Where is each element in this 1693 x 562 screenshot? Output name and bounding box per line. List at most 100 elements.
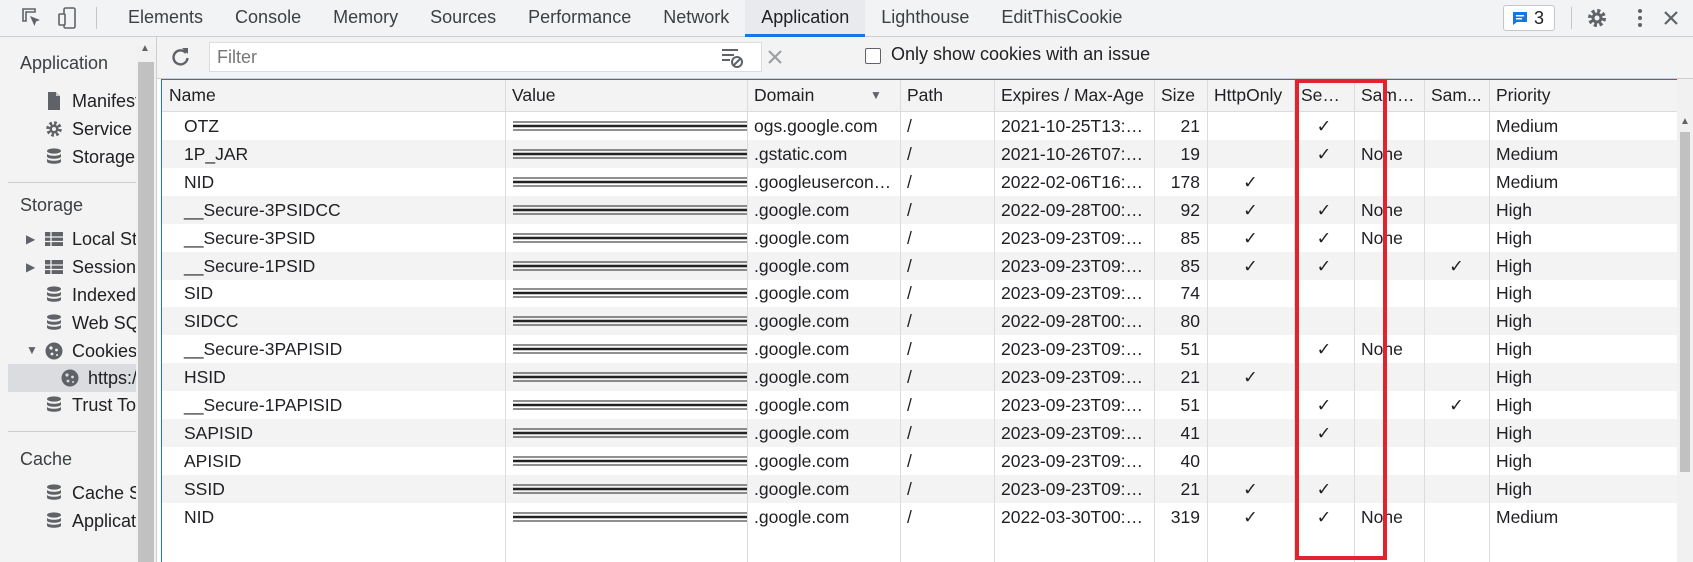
cell-size: 41 — [1180, 422, 1200, 443]
cell-secure — [1294, 307, 1354, 335]
table-row[interactable]: __Secure-3PSIDCC .google.com / 2022-09-28T0… — [162, 195, 1692, 224]
cell-httponly — [1207, 140, 1294, 168]
size-header[interactable]: Size — [1154, 80, 1207, 112]
value-header[interactable]: Value — [505, 80, 747, 112]
tab-console[interactable]: Console — [219, 0, 317, 37]
refresh-icon[interactable] — [169, 46, 191, 68]
table-scrollbar-thumb[interactable] — [1680, 132, 1690, 472]
tab-sources[interactable]: Sources — [414, 0, 512, 37]
redacted-value — [513, 512, 747, 522]
cell-domain: .google.com — [754, 311, 850, 332]
column-divider[interactable] — [1489, 80, 1490, 562]
cell-secure: ✓ — [1316, 255, 1332, 276]
cell-priority: High — [1496, 283, 1532, 304]
clear-filtered-cookies-icon[interactable] — [720, 45, 744, 69]
expand-arrow-icon[interactable]: ▶ — [26, 260, 35, 274]
cell-domain: .google.com — [754, 450, 850, 471]
device-toolbar-icon[interactable] — [56, 6, 80, 30]
tab-network[interactable]: Network — [647, 0, 745, 37]
column-divider[interactable] — [1294, 80, 1295, 562]
priority-header[interactable]: Priority — [1489, 80, 1678, 112]
sort-descending-icon[interactable]: ▼ — [870, 80, 882, 111]
scroll-up-arrow-icon[interactable]: ▲ — [140, 43, 150, 54]
cookie-icon — [61, 369, 79, 387]
name-header[interactable]: Name — [162, 80, 505, 112]
table-row[interactable]: __Secure-1PAPISID .google.com / 2023-09-23T… — [162, 391, 1692, 419]
httponly-header[interactable]: HttpOnly — [1207, 80, 1294, 112]
cell-size: 21 — [1180, 367, 1200, 388]
issues-badge[interactable]: 3 — [1503, 5, 1555, 31]
database-icon — [47, 148, 61, 164]
table-row[interactable]: OTZ ogs.google.com / 2021-10-25T13:22... 21 ✓… — [162, 112, 1692, 140]
scroll-up-arrow-icon[interactable]: ▲ — [1680, 116, 1690, 127]
table-row[interactable]: SAPISID .google.com / 2023-09-23T09:55... 41… — [162, 418, 1692, 447]
tab-application[interactable]: Application — [745, 0, 866, 37]
redacted-value — [513, 261, 747, 270]
cell-name: NID — [184, 506, 215, 527]
cell-samesite — [1354, 475, 1424, 503]
redacted-value — [513, 177, 747, 187]
samesite-header[interactable]: Same... — [1354, 80, 1424, 112]
table-row[interactable]: NID .google.com / 2022-03-30T00:26... 319 ✓ ✓ N… — [162, 503, 1692, 531]
expand-arrow-icon[interactable]: ▶ — [26, 232, 35, 246]
more-options-icon[interactable] — [1628, 6, 1652, 30]
table-row[interactable]: __Secure-1PSID .google.com / 2023-09-23T09:… — [162, 251, 1692, 280]
redacted-value — [513, 344, 747, 354]
cell-expires: 2023-09-23T09:55... — [1001, 227, 1154, 248]
table-row[interactable]: __Secure-3PSID .google.com / 2023-09-23T09:… — [162, 224, 1692, 252]
table-row[interactable]: 1P_JAR .gstatic.com / 2021-10-26T07:28... 19… — [162, 139, 1692, 168]
column-divider[interactable] — [994, 80, 995, 562]
cell-secure: ✓ — [1316, 506, 1332, 527]
table-row[interactable]: HSID .google.com / 2023-09-23T09:55... 21 ✓ Hi… — [162, 363, 1692, 392]
table-row[interactable]: NID .googleuserconte... / 2022-02-06T16:16.… — [162, 168, 1692, 196]
close-icon[interactable] — [1659, 6, 1683, 30]
column-divider[interactable] — [1207, 80, 1208, 562]
cell-sameparty — [1424, 447, 1489, 475]
cell-expires: 2023-09-23T09:55... — [1001, 395, 1154, 415]
tab-performance[interactable]: Performance — [512, 0, 647, 37]
sameparty-header[interactable]: Sam... — [1424, 80, 1489, 112]
delete-selected-icon[interactable] — [765, 47, 785, 67]
cell-expires: 2023-09-23T09:55... — [1001, 422, 1154, 443]
cell-httponly — [1207, 307, 1294, 335]
gear-icon[interactable] — [1585, 6, 1609, 30]
tab-elements[interactable]: Elements — [112, 0, 219, 37]
cell-sameparty — [1424, 307, 1489, 335]
cell-samesite — [1354, 391, 1424, 419]
table-row[interactable]: APISID .google.com / 2023-09-23T09:55... 40 H… — [162, 447, 1692, 475]
column-divider[interactable] — [1424, 80, 1425, 562]
cell-size: 92 — [1180, 199, 1200, 220]
cell-domain: .google.com — [754, 199, 850, 220]
table-icon — [45, 260, 63, 274]
secure-header[interactable]: Secure — [1294, 80, 1354, 112]
expires-header[interactable]: Expires / Max-Age — [994, 80, 1154, 112]
cell-sameparty — [1424, 279, 1489, 307]
column-divider[interactable] — [1154, 80, 1155, 562]
cell-path: / — [907, 339, 912, 360]
sidebar-scrollbar-thumb[interactable] — [138, 62, 154, 562]
table-row[interactable]: __Secure-3PAPISID .google.com / 2023-09-23T… — [162, 335, 1692, 363]
path-header[interactable]: Path — [900, 80, 994, 112]
tab-editthiscookie[interactable]: EditThisCookie — [985, 0, 1138, 37]
only-issues-checkbox[interactable] — [865, 48, 881, 64]
cell-secure: ✓ — [1316, 339, 1332, 360]
cell-path: / — [907, 395, 912, 415]
cell-name: HSID — [184, 367, 226, 388]
cell-name: __Secure-1PSID — [184, 255, 316, 276]
collapse-arrow-icon[interactable]: ▼ — [26, 343, 38, 357]
tab-memory[interactable]: Memory — [317, 0, 414, 37]
table-row[interactable]: SID .google.com / 2023-09-23T09:55... 74 High — [162, 279, 1692, 307]
cell-samesite: None — [1361, 227, 1403, 248]
table-row[interactable]: SIDCC .google.com / 2022-09-28T00:26... 80 Hi… — [162, 307, 1692, 336]
column-divider[interactable] — [747, 80, 748, 562]
filter-input[interactable] — [209, 42, 762, 72]
table-row[interactable]: SSID .google.com / 2023-09-23T09:55... 21 ✓ ✓ H… — [162, 474, 1692, 503]
cell-path: / — [907, 422, 912, 443]
only-issues-label: Only show cookies with an issue — [891, 44, 1151, 64]
inspect-element-icon[interactable] — [20, 6, 44, 30]
tab-lighthouse[interactable]: Lighthouse — [865, 0, 985, 37]
column-divider[interactable] — [900, 80, 901, 562]
column-divider[interactable] — [1354, 80, 1355, 562]
column-divider[interactable] — [505, 80, 506, 562]
cell-size: 21 — [1180, 116, 1200, 136]
